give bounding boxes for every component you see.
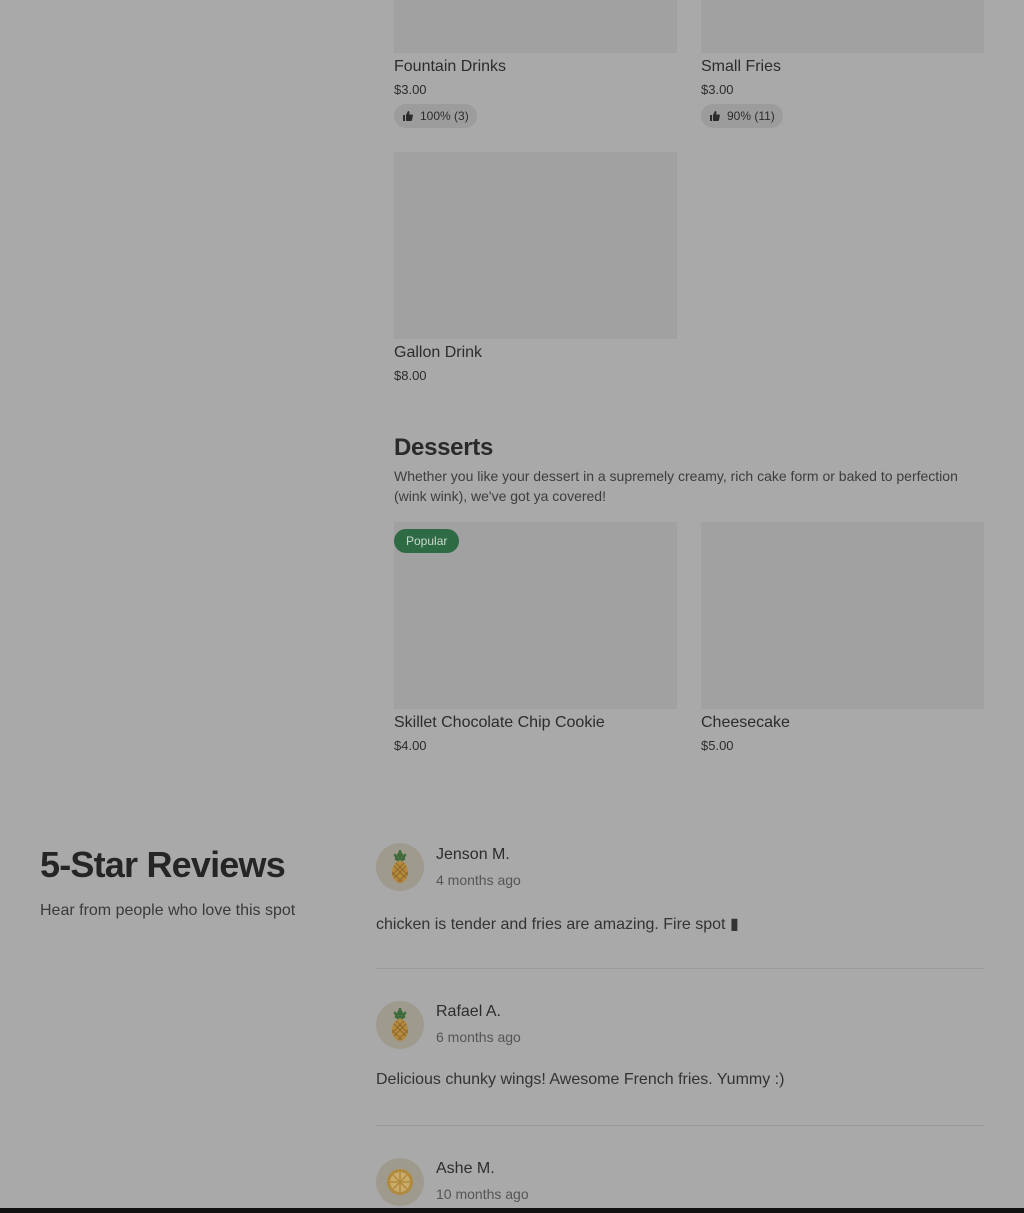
item-name[interactable]: Cheesecake [701, 714, 790, 732]
item-price: $3.00 [701, 82, 734, 97]
item-name[interactable]: Skillet Chocolate Chip Cookie [394, 714, 605, 732]
citrus-icon [387, 1169, 413, 1195]
item-name[interactable]: Small Fries [701, 58, 781, 76]
reviewer-name: Rafael A. [436, 1003, 501, 1020]
divider [376, 968, 984, 969]
reviewer-name: Ashe M. [436, 1160, 495, 1177]
rating-pill: 100% (3) [394, 104, 477, 128]
review-text: chicken is tender and fries are amazing.… [376, 916, 739, 933]
review-text: Delicious chunky wings! Awesome French f… [376, 1071, 785, 1088]
avatar [376, 1158, 424, 1206]
gallon-drink-image[interactable] [394, 152, 677, 339]
review-time: 4 months ago [436, 872, 521, 888]
divider [376, 1125, 984, 1126]
section-title: Desserts [394, 434, 494, 461]
rating-text: 100% (3) [420, 109, 469, 123]
item-price: $4.00 [394, 738, 427, 753]
thumbs-up-icon [403, 111, 413, 121]
bottom-edge-bar [0, 1208, 1024, 1213]
thumbs-up-icon [710, 111, 720, 121]
section-description: Whether you like your dessert in a supre… [394, 468, 958, 504]
reviews-subtitle: Hear from people who love this spot [40, 902, 296, 919]
review-time: 10 months ago [436, 1186, 529, 1202]
item-name[interactable]: Fountain Drinks [394, 58, 506, 76]
pineapple-icon [391, 850, 409, 883]
avatar [376, 843, 424, 891]
popular-badge: Popular [394, 529, 460, 553]
item-name[interactable]: Gallon Drink [394, 344, 482, 362]
reviewer-name: Jenson M. [436, 846, 510, 863]
pineapple-icon [391, 1008, 409, 1041]
small-fries-image[interactable] [701, 0, 984, 53]
reviews-title: 5-Star Reviews [40, 844, 286, 885]
rating-text: 90% (11) [727, 109, 775, 123]
review-time: 6 months ago [436, 1029, 521, 1045]
cheesecake-image[interactable] [701, 522, 984, 709]
item-price: $3.00 [394, 82, 427, 97]
rating-pill: 90% (11) [701, 104, 783, 128]
avatar [376, 1001, 424, 1049]
item-price: $8.00 [394, 368, 427, 383]
fountain-drinks-image[interactable] [394, 0, 677, 53]
item-price: $5.00 [701, 738, 734, 753]
